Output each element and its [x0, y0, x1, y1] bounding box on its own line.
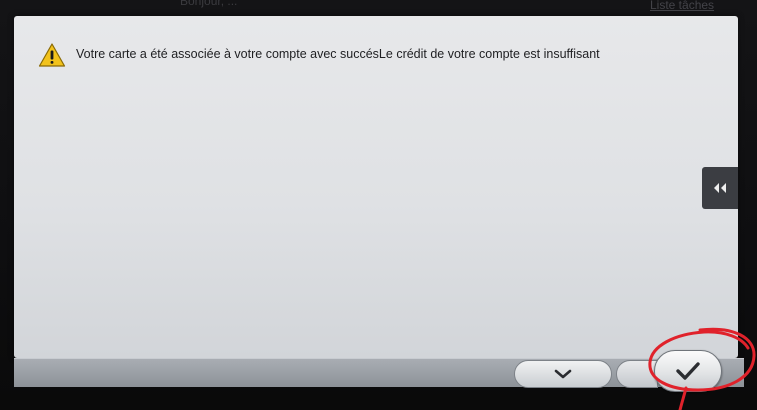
- double-chevron-left-icon: [714, 183, 726, 193]
- device-screen: Bonjour, ... Liste tâches Votre carte a …: [0, 0, 757, 410]
- scroll-down-button[interactable]: [514, 360, 612, 388]
- background-user-label: Bonjour, ...: [180, 0, 238, 8]
- scroll-up-button[interactable]: [616, 360, 658, 388]
- background-task-list-link[interactable]: Liste tâches: [650, 0, 714, 12]
- chevron-down-icon: [554, 369, 572, 379]
- collapse-panel-tab[interactable]: [702, 167, 738, 209]
- checkmark-icon: [676, 362, 700, 380]
- message-dialog: Votre carte a été associée à votre compt…: [14, 16, 738, 358]
- ok-button[interactable]: [654, 350, 722, 392]
- dialog-message: Votre carte a été associée à votre compt…: [76, 47, 600, 61]
- warning-icon: [38, 43, 66, 67]
